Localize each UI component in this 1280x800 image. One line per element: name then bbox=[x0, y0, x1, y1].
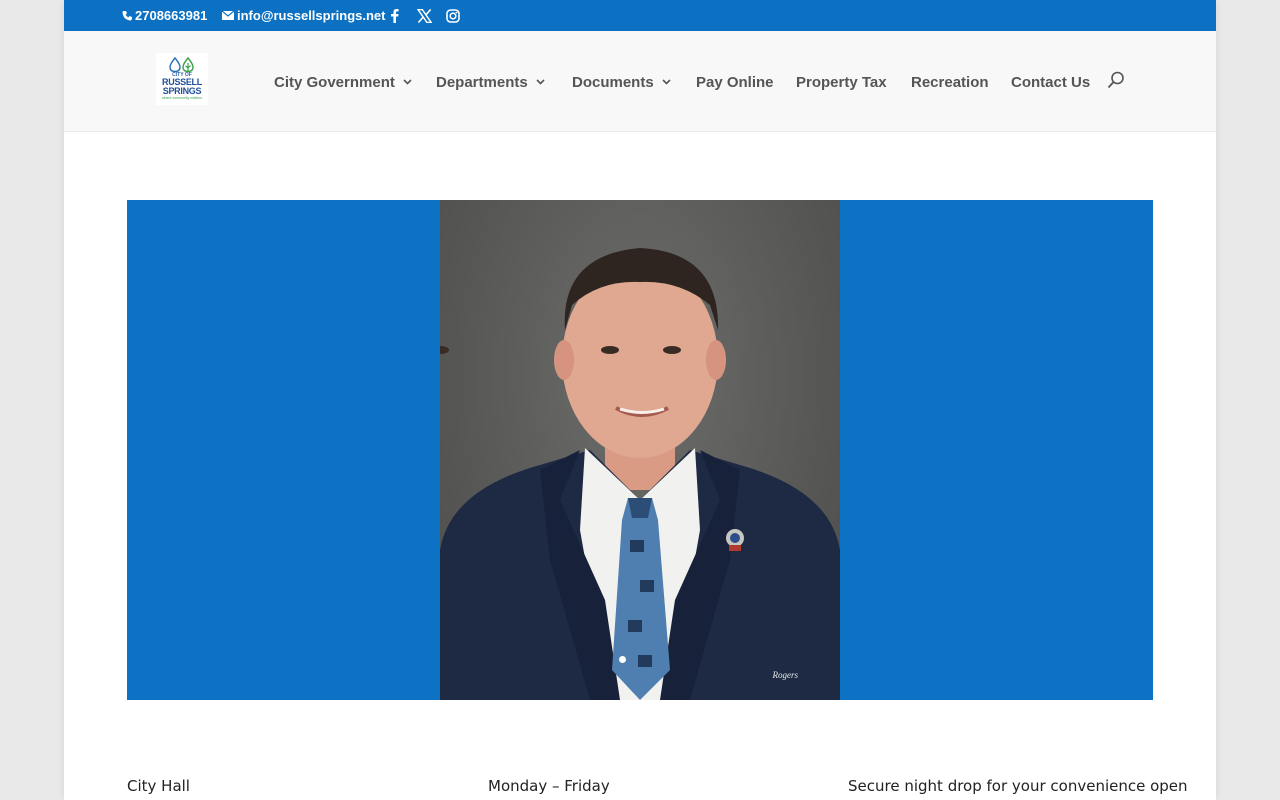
info-city-hall: City Hall bbox=[127, 777, 190, 795]
instagram-icon[interactable] bbox=[446, 0, 460, 31]
nav-label: City Government bbox=[274, 73, 395, 91]
top-bar: 2708663981 info@russellsprings.net bbox=[64, 0, 1216, 31]
nav-label: Recreation bbox=[911, 73, 989, 91]
logo-drops-icon bbox=[167, 57, 197, 73]
nav-recreation[interactable]: Recreation bbox=[911, 72, 989, 92]
portrait-illustration bbox=[440, 248, 840, 700]
site-header: CITY OF RUSSELL SPRINGS where community … bbox=[64, 31, 1216, 132]
site-logo[interactable]: CITY OF RUSSELL SPRINGS where community … bbox=[156, 53, 208, 105]
portrait-photo: Rogers bbox=[440, 200, 840, 700]
info-night-drop: Secure night drop for your convenience o… bbox=[848, 777, 1188, 795]
logo-tagline: where community matters bbox=[161, 96, 203, 100]
envelope-icon bbox=[222, 11, 234, 20]
chevron-down-icon bbox=[662, 79, 671, 85]
nav-contact-us[interactable]: Contact Us bbox=[1011, 72, 1090, 92]
nav-city-government[interactable]: City Government bbox=[274, 72, 412, 92]
nav-label: Property Tax bbox=[796, 73, 887, 91]
search-icon[interactable] bbox=[1107, 71, 1125, 94]
nav-label: Pay Online bbox=[696, 73, 774, 91]
facebook-icon[interactable] bbox=[390, 0, 399, 31]
x-icon[interactable] bbox=[417, 0, 432, 31]
hero-slider: Rogers bbox=[127, 200, 1153, 700]
nav-property-tax[interactable]: Property Tax bbox=[796, 72, 887, 92]
nav-label: Departments bbox=[436, 73, 528, 91]
nav-departments[interactable]: Departments bbox=[436, 72, 545, 92]
phone-icon bbox=[122, 10, 132, 21]
chevron-down-icon bbox=[403, 79, 412, 85]
nav-pay-online[interactable]: Pay Online bbox=[696, 72, 774, 92]
phone-number: 2708663981 bbox=[135, 8, 208, 23]
slider-dot-active[interactable] bbox=[619, 656, 626, 663]
info-hours: Monday – Friday bbox=[488, 777, 610, 795]
email-address: info@russellsprings.net bbox=[237, 8, 386, 23]
phone-link[interactable]: 2708663981 bbox=[122, 0, 207, 31]
chevron-down-icon bbox=[536, 79, 545, 85]
nav-label: Documents bbox=[572, 73, 654, 91]
logo-line3: SPRINGS bbox=[162, 86, 202, 96]
nav-label: Contact Us bbox=[1011, 73, 1091, 91]
page: 2708663981 info@russellsprings.net CITY … bbox=[64, 0, 1216, 800]
email-link[interactable]: info@russellsprings.net bbox=[222, 0, 385, 31]
nav-documents[interactable]: Documents bbox=[572, 72, 671, 92]
photo-caption: Rogers bbox=[772, 670, 799, 680]
